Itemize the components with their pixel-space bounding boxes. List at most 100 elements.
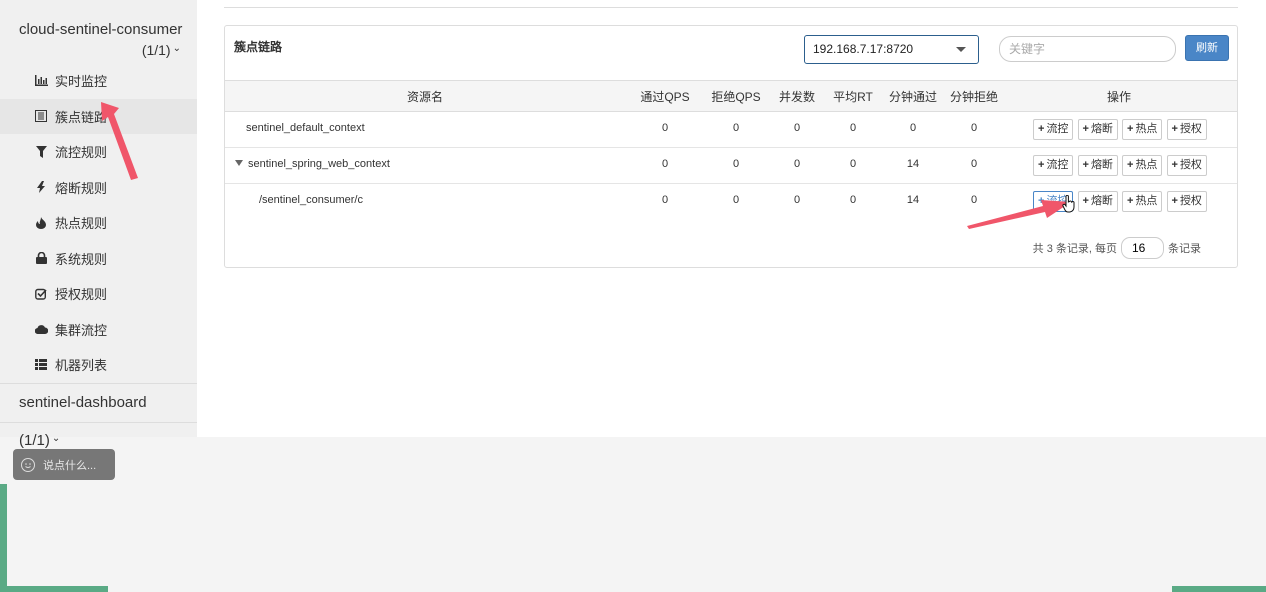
table-row: sentinel_default_context 0 0 0 0 0 0 + 流控… — [225, 111, 1237, 148]
plus-icon: + — [1082, 123, 1089, 135]
button-label: 授权 — [1179, 195, 1202, 207]
resource-name: sentinel_spring_web_context — [248, 158, 390, 170]
machine-select[interactable]: 192.168.7.17:8720 — [804, 35, 979, 64]
sidebar-item-flow-rules[interactable]: 流控规则 — [0, 134, 197, 170]
cell-pass-qps: 0 — [625, 111, 705, 148]
pagination-summary: 共 3 条记录, 每页 — [1032, 243, 1117, 255]
page-size-input[interactable] — [1121, 237, 1164, 259]
cell-block-qps: 0 — [732, 194, 740, 206]
sidebar-item-param-rules[interactable]: 热点规则 — [0, 205, 197, 241]
add-degrade-rule-button[interactable]: + 熔断 — [1077, 119, 1118, 140]
column-header: 平均RT — [827, 80, 879, 112]
column-header: 通过QPS — [625, 80, 705, 112]
chevron-down-icon[interactable]: ⌄ — [52, 433, 60, 444]
sidebar-item-label: 集群流控 — [55, 322, 108, 338]
divider — [224, 7, 1238, 8]
cell-concurrency: 0 — [767, 147, 827, 184]
sidebar-item-label: 实时监控 — [55, 74, 108, 90]
button-label: 热点 — [1135, 159, 1158, 171]
panel-title: 簇点链路 — [234, 40, 283, 54]
app-count[interactable]: (1/1) ⌄ — [0, 40, 197, 63]
table-row: /sentinel_consumer/c 0 0 0 0 14 0 + 流控 + 熔… — [225, 184, 1237, 220]
table-row: sentinel_spring_web_context 0 0 0 0 14 0… — [225, 147, 1237, 184]
add-flow-rule-button[interactable]: + 流控 — [1033, 191, 1074, 212]
app-dashboard-label: sentinel-dashboard (1/1) — [19, 393, 147, 449]
app-dashboard[interactable]: sentinel-dashboard (1/1) ⌄ — [0, 382, 197, 449]
sidebar-item-authority-rules[interactable]: 授权规则 — [0, 276, 197, 312]
add-param-rule-button[interactable]: + 热点 — [1122, 191, 1163, 212]
chevron-down-icon[interactable]: ⌄ — [173, 43, 181, 54]
sidebar-item-label: 系统规则 — [55, 251, 108, 267]
button-label: 流控 — [1046, 195, 1069, 207]
plus-icon: + — [1082, 159, 1089, 171]
add-authority-rule-button[interactable]: + 授权 — [1166, 191, 1207, 212]
flash-icon — [34, 181, 48, 194]
button-label: 熔断 — [1090, 159, 1113, 171]
cell-pass-qps: 0 — [661, 194, 669, 206]
add-authority-rule-button[interactable]: + 授权 — [1166, 155, 1207, 176]
app-name[interactable]: cloud-sentinel-consumer — [0, 0, 197, 40]
decorative-bar — [0, 586, 108, 592]
resource-name-cell: sentinel_spring_web_context — [225, 147, 625, 184]
button-label: 熔断 — [1090, 123, 1113, 135]
main-content: 簇点链路 192.168.7.17:8720 刷新 资源名 通过QPS 拒绝QP… — [197, 0, 1266, 437]
plus-icon: + — [1127, 123, 1134, 135]
sidebar-item-label: 簇点链路 — [55, 109, 108, 125]
sidebar-item-system-rules[interactable]: 系统规则 — [0, 241, 197, 277]
app-count-label: (1/1) — [141, 42, 171, 58]
sidebar-item-degrade-rules[interactable]: 熔断规则 — [0, 170, 197, 206]
button-label: 授权 — [1179, 159, 1202, 171]
plus-icon: + — [1038, 195, 1045, 207]
sidebar-item-machine-list[interactable]: 机器列表 — [0, 347, 197, 383]
add-param-rule-button[interactable]: + 热点 — [1122, 119, 1163, 140]
sidebar-item-cluster-link[interactable]: 簇点链路 — [0, 98, 197, 134]
button-label: 流控 — [1046, 123, 1069, 135]
button-label: 流控 — [1046, 159, 1069, 171]
button-label: 热点 — [1135, 123, 1158, 135]
sidebar-item-label: 熔断规则 — [55, 180, 108, 196]
smiley-icon — [21, 457, 35, 472]
button-label: 热点 — [1135, 195, 1158, 207]
caret-down-icon[interactable] — [235, 160, 243, 166]
cell-minute-block: 0 — [947, 147, 1001, 184]
sidebar-item-realtime-monitor[interactable]: 实时监控 — [0, 63, 197, 99]
resource-name: /sentinel_consumer/c — [259, 194, 363, 206]
plus-icon: + — [1171, 159, 1178, 171]
sidebar-item-label: 流控规则 — [55, 145, 108, 161]
add-param-rule-button[interactable]: + 热点 — [1122, 155, 1163, 176]
add-flow-rule-button[interactable]: + 流控 — [1033, 119, 1074, 140]
add-degrade-rule-button[interactable]: + 熔断 — [1077, 191, 1118, 212]
cell-minute-pass: 14 — [906, 194, 920, 206]
refresh-button[interactable]: 刷新 — [1185, 35, 1229, 61]
cell-concurrency: 0 — [793, 194, 801, 206]
cell-block-qps: 0 — [705, 147, 767, 184]
add-degrade-rule-button[interactable]: + 熔断 — [1077, 155, 1118, 176]
sidebar: cloud-sentinel-consumer (1/1) ⌄ 实时监控 簇点链路… — [0, 0, 197, 449]
column-header: 操作 — [1001, 80, 1237, 112]
search-input[interactable] — [999, 36, 1176, 62]
cell-minute-block: 0 — [947, 111, 1001, 148]
button-label: 熔断 — [1090, 195, 1113, 207]
add-authority-rule-button[interactable]: + 授权 — [1166, 119, 1207, 140]
decorative-bar — [1172, 586, 1266, 592]
sidebar-menu: 实时监控 簇点链路 流控规则 熔断规则 热点规则 系统规则 授权规则 集群流控 — [0, 63, 197, 383]
column-header: 拒绝QPS — [705, 80, 767, 112]
machine-select-value: 192.168.7.17:8720 — [813, 42, 914, 56]
list-icon — [34, 110, 48, 123]
sidebar-item-label: 授权规则 — [55, 287, 108, 303]
chat-placeholder: 说点什么... — [43, 459, 97, 472]
plus-icon: + — [1127, 195, 1134, 207]
add-flow-rule-button[interactable]: + 流控 — [1033, 155, 1074, 176]
sidebar-item-label: 热点规则 — [55, 216, 108, 232]
sidebar-item-cluster-flow[interactable]: 集群流控 — [0, 312, 197, 348]
plus-icon: + — [1038, 159, 1045, 171]
cell-avg-rt: 0 — [849, 194, 857, 206]
row-actions: + 流控 + 熔断 + 热点 + 授权 — [1001, 111, 1237, 148]
plus-icon: + — [1171, 195, 1178, 207]
column-header: 资源名 — [225, 80, 625, 112]
cell-minute-pass: 14 — [879, 147, 947, 184]
cell-concurrency: 0 — [767, 111, 827, 148]
column-header: 分钟通过 — [879, 80, 947, 112]
caret-down-icon — [956, 47, 966, 52]
chat-input-button[interactable]: 说点什么... — [13, 449, 115, 480]
